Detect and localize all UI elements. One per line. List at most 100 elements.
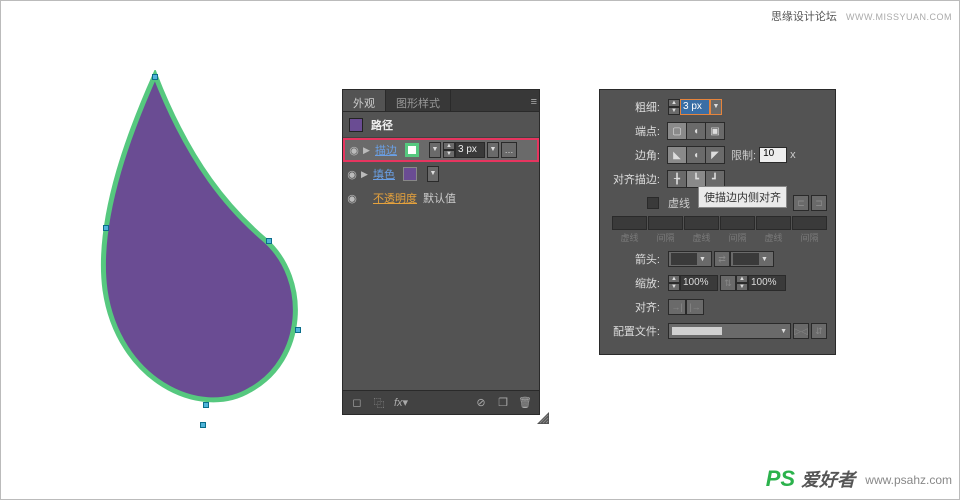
visibility-toggle[interactable]: ◉ <box>347 144 361 157</box>
weight-field[interactable]: 3 px <box>680 99 710 115</box>
dash-fields-row: 虚线 间隔 虚线 间隔 虚线 间隔 <box>608 216 827 244</box>
dashed-checkbox[interactable] <box>647 197 659 209</box>
align-stroke-row: 对齐描边: ╊ ┗ ┛ 使描边内侧对齐 <box>608 168 827 190</box>
dash-field[interactable] <box>684 216 719 230</box>
start-scale-stepper[interactable]: ▲▼100% <box>668 275 718 291</box>
miter-join-icon[interactable]: ◣ <box>667 146 687 164</box>
stroke-weight-stepper[interactable]: ▲▼ 3 px <box>443 142 485 158</box>
cap-projecting-icon[interactable]: ▣ <box>705 122 725 140</box>
attribute-row-opacity[interactable]: ◉ 不透明度 默认值 <box>343 186 539 210</box>
anchor-point[interactable] <box>152 74 158 80</box>
cap-row: 端点: ▢ ◖ ▣ <box>608 120 827 142</box>
duplicate-icon[interactable]: ⿻ <box>371 395 387 411</box>
panel-body: 路径 ◉ ▶ 描边 ▼ ▲▼ 3 px ▼ … ◉ ▶ 填色 ▼ <box>343 112 539 210</box>
color-dropdown-icon[interactable]: ▼ <box>427 166 439 182</box>
profile-label: 配置文件: <box>608 323 668 339</box>
round-join-icon[interactable]: ◖ <box>686 146 706 164</box>
fill-color-swatch[interactable] <box>403 167 417 181</box>
teardrop-shape[interactable] <box>100 70 300 430</box>
arrow-align-end-icon[interactable]: |→ <box>686 299 704 315</box>
end-scale-stepper[interactable]: ▲▼100% <box>736 275 786 291</box>
dash-align-icon[interactable]: ⊐ <box>811 195 827 211</box>
weight-stepper[interactable]: ▲▼ 3 px <box>668 99 710 115</box>
dashed-label: 虚线 <box>668 195 690 211</box>
bevel-join-icon[interactable]: ◤ <box>705 146 725 164</box>
anchor-point[interactable] <box>203 402 209 408</box>
arrow-align-extend-icon[interactable]: →| <box>668 299 686 315</box>
flip-along-icon[interactable]: ⇵ <box>811 323 827 339</box>
appearance-panel: ◄◄ 外观 图形样式 ≡ 路径 ◉ ▶ 描边 ▼ ▲▼ 3 px ▼ … ◉ <box>343 90 539 414</box>
arrow-align-label: 对齐: <box>608 299 668 315</box>
arrow-align-row: 对齐: →| |→ <box>608 296 827 318</box>
gap-sublabel: 间隔 <box>648 231 683 244</box>
align-center-icon[interactable]: ╊ <box>667 170 687 188</box>
color-dropdown-icon[interactable]: ▼ <box>429 142 441 158</box>
stroke-options-button[interactable]: … <box>501 142 517 158</box>
gap-field[interactable] <box>648 216 683 230</box>
panel-menu-icon[interactable]: ≡ <box>531 96 537 108</box>
link-scale-icon[interactable]: ⇅ <box>720 275 736 291</box>
panel-footer: ◻ ⿻ fx▾ ⊘ ❐ 🗑 <box>343 390 539 414</box>
visibility-toggle[interactable]: ◉ <box>345 192 359 205</box>
path-header: 路径 <box>343 112 539 138</box>
arrowheads-label: 箭头: <box>608 251 668 267</box>
align-stroke-label: 对齐描边: <box>608 171 668 187</box>
profile-dropdown[interactable]: ▼ <box>668 323 791 339</box>
stroke-label[interactable]: 描边 <box>375 142 403 158</box>
fx-button[interactable]: fx▾ <box>393 395 409 411</box>
cap-butt-icon[interactable]: ▢ <box>667 122 687 140</box>
watermark-top: 思缘设计论坛 WWW.MISSYUAN.COM <box>771 8 952 24</box>
anchor-point[interactable] <box>200 422 206 428</box>
anchor-point[interactable] <box>295 327 301 333</box>
cap-round-icon[interactable]: ◖ <box>686 122 706 140</box>
dash-preserve-icon[interactable]: ⊏ <box>793 195 809 211</box>
arrowheads-row: 箭头: ▼ ⇄ ▼ <box>608 248 827 270</box>
clear-icon[interactable]: ⊘ <box>473 395 489 411</box>
corner-buttons: ◣ ◖ ◤ <box>668 146 725 164</box>
object-title: 路径 <box>371 117 393 133</box>
weight-row: 粗细: ▲▼ 3 px ▼ <box>608 96 827 118</box>
dash-field[interactable] <box>612 216 647 230</box>
logo-url: www.psahz.com <box>865 473 952 487</box>
stroke-weight-value[interactable]: 3 px <box>455 142 485 158</box>
tab-appearance[interactable]: 外观 <box>343 90 386 111</box>
anchor-point[interactable] <box>266 238 272 244</box>
dash-sublabel: 虚线 <box>612 231 647 244</box>
cap-buttons: ▢ ◖ ▣ <box>668 122 725 140</box>
resize-handle-icon[interactable] <box>537 412 549 424</box>
gap-field[interactable] <box>720 216 755 230</box>
stroke-color-swatch[interactable] <box>405 143 419 157</box>
limit-field[interactable]: 10 <box>759 147 787 163</box>
new-art-icon[interactable]: ◻ <box>349 395 365 411</box>
watermark-url: WWW.MISSYUAN.COM <box>846 12 952 22</box>
fill-label[interactable]: 填色 <box>373 166 401 182</box>
profile-row: 配置文件: ▼ ▷◁ ⇵ <box>608 320 827 342</box>
weight-dropdown-icon[interactable]: ▼ <box>487 142 499 158</box>
attribute-row-fill[interactable]: ◉ ▶ 填色 ▼ <box>343 162 539 186</box>
dash-field[interactable] <box>756 216 791 230</box>
duplicate-item-icon[interactable]: ❐ <box>495 395 511 411</box>
weight-dropdown[interactable]: ▼ <box>710 99 722 115</box>
dash-sublabel: 虚线 <box>684 231 719 244</box>
corner-label: 边角: <box>608 147 668 163</box>
expand-icon[interactable]: ▶ <box>361 169 371 180</box>
attribute-row-stroke[interactable]: ◉ ▶ 描边 ▼ ▲▼ 3 px ▼ … <box>343 138 539 162</box>
tab-graphic-styles[interactable]: 图形样式 <box>386 90 451 111</box>
gap-field[interactable] <box>792 216 827 230</box>
object-thumbnail <box>349 118 363 132</box>
expand-icon[interactable]: ▶ <box>363 145 373 156</box>
tooltip: 使描边内侧对齐 <box>698 186 787 208</box>
corner-row: 边角: ◣ ◖ ◤ 限制: 10 x <box>608 144 827 166</box>
panel-tabbar: 外观 图形样式 ≡ <box>343 90 539 112</box>
start-arrow-dropdown[interactable]: ▼ <box>668 251 712 267</box>
trash-icon[interactable]: 🗑 <box>517 395 533 411</box>
opacity-value: 默认值 <box>423 190 456 206</box>
logo-main: PS <box>766 466 795 491</box>
visibility-toggle[interactable]: ◉ <box>345 168 359 181</box>
flip-across-icon[interactable]: ▷◁ <box>793 323 809 339</box>
stroke-panel: 粗细: ▲▼ 3 px ▼ 端点: ▢ ◖ ▣ 边角: ◣ ◖ ◤ 限制: 10… <box>600 90 835 354</box>
swap-arrows-icon[interactable]: ⇄ <box>714 251 730 267</box>
end-arrow-dropdown[interactable]: ▼ <box>730 251 774 267</box>
opacity-label[interactable]: 不透明度 <box>373 190 417 206</box>
anchor-point[interactable] <box>103 225 109 231</box>
